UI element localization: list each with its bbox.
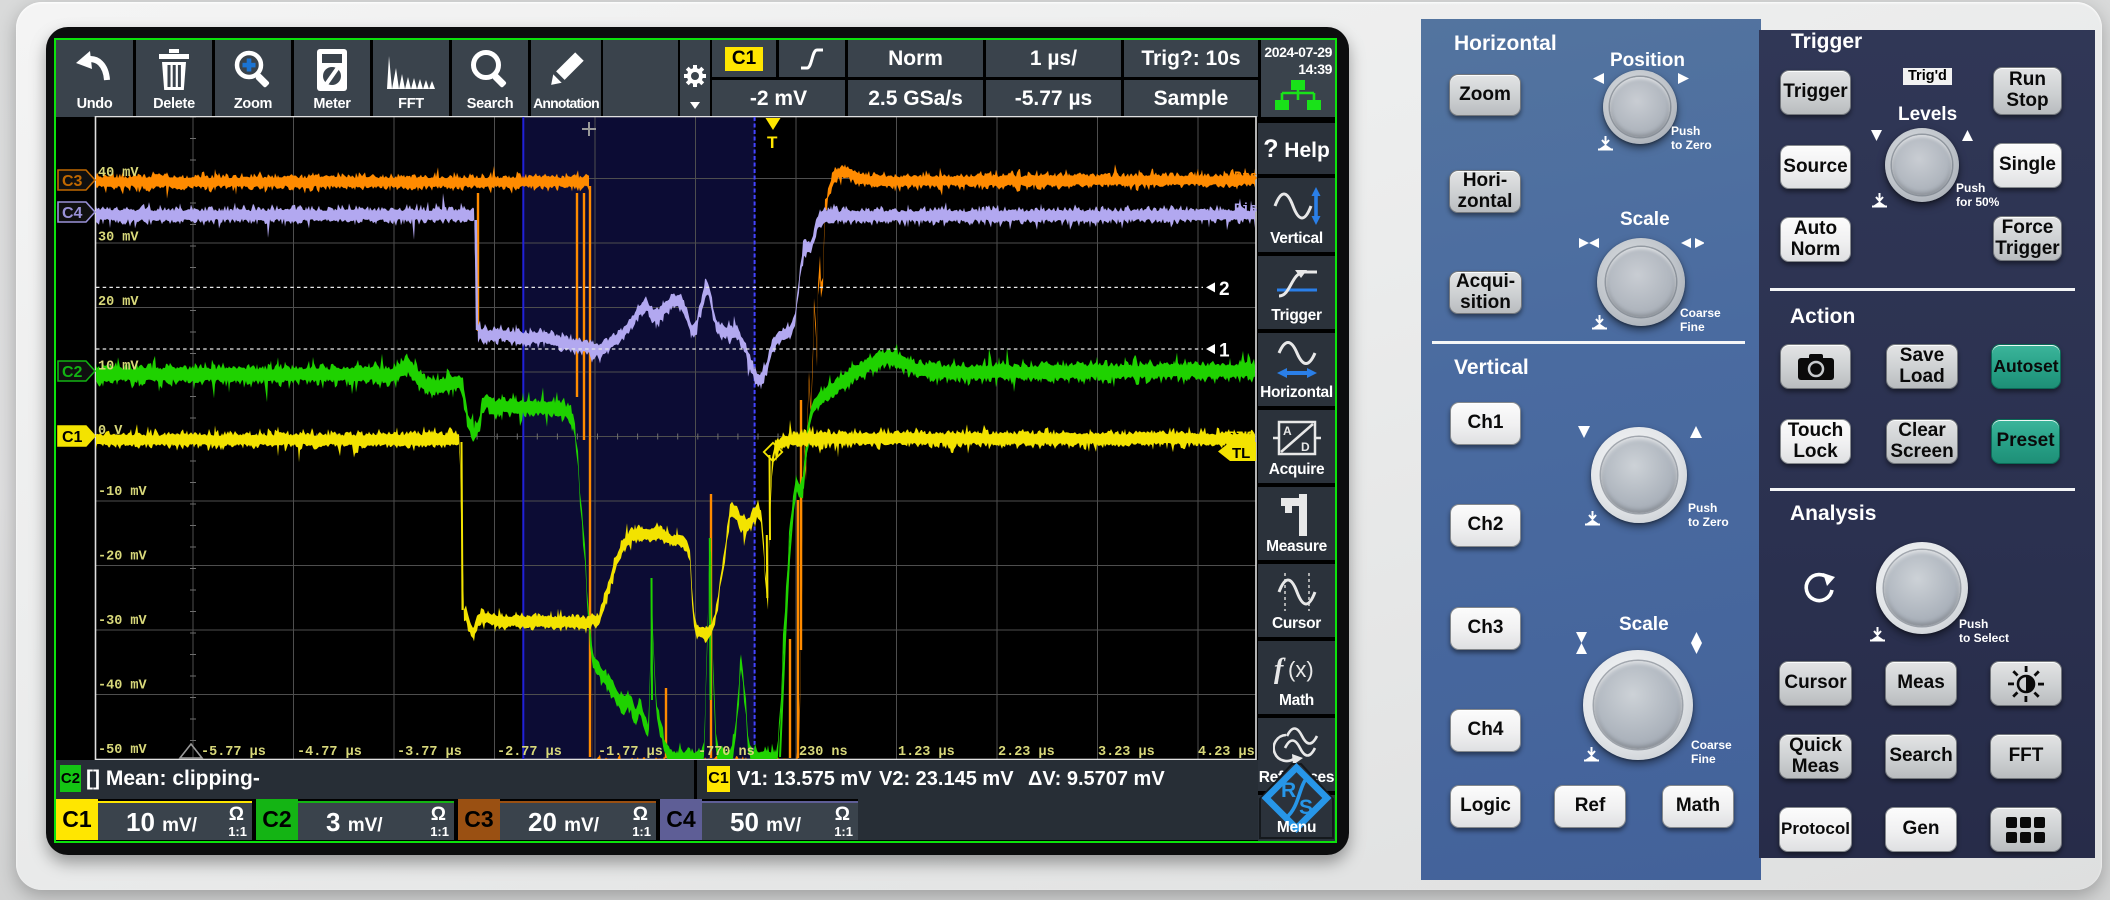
svg-text:-770 ns: -770 ns [698,745,755,760]
svg-text:Pis: Pis [1234,201,1258,216]
svg-text:S: S [1299,796,1313,819]
svg-text:1.23 µs: 1.23 µs [898,745,955,760]
svg-text:-50 mV: -50 mV [98,743,148,758]
svg-text:C1: C1 [62,429,83,446]
svg-text:-20 mV: -20 mV [98,550,148,565]
svg-text:40 mV: 40 mV [98,166,139,181]
svg-text:0 V: 0 V [98,424,123,439]
svg-text:1: 1 [1219,341,1230,362]
svg-text:(x): (x) [1288,657,1314,682]
svg-text:-3.77 µs: -3.77 µs [397,745,462,760]
svg-text:-2.77 µs: -2.77 µs [497,745,562,760]
svg-text:-1.77 µs: -1.77 µs [598,745,663,760]
svg-text:-10 mV: -10 mV [98,485,148,500]
svg-text:C3: C3 [62,173,83,190]
svg-text:-5.77 µs: -5.77 µs [201,745,266,760]
svg-text:30 mV: 30 mV [98,231,139,246]
svg-text:-40 mV: -40 mV [98,679,148,694]
svg-text:4.23 µs: 4.23 µs [1198,745,1255,760]
svg-text:2.23 µs: 2.23 µs [998,745,1055,760]
svg-text:C4: C4 [62,205,83,222]
svg-text:PIK: PIK [1228,429,1252,444]
svg-text:TL: TL [1232,445,1250,462]
svg-text:-4.77 µs: -4.77 µs [297,745,362,760]
svg-text:C2: C2 [62,364,83,381]
svg-text:T: T [767,133,778,152]
svg-text:10 mV: 10 mV [98,360,139,375]
svg-text:f: f [1274,654,1286,685]
svg-text:-30 mV: -30 mV [98,614,148,629]
svg-text:20 mV: 20 mV [98,295,139,310]
svg-text:2: 2 [1219,279,1230,300]
svg-text:Prs: Prs [1234,169,1258,184]
svg-text:R: R [1281,779,1296,802]
svg-text:D: D [1301,440,1310,454]
svg-text:3.23 µs: 3.23 µs [1098,745,1155,760]
svg-text:PRK: PRK [1228,363,1252,378]
svg-text:230 ns: 230 ns [799,745,848,760]
svg-text:A: A [1283,424,1292,438]
